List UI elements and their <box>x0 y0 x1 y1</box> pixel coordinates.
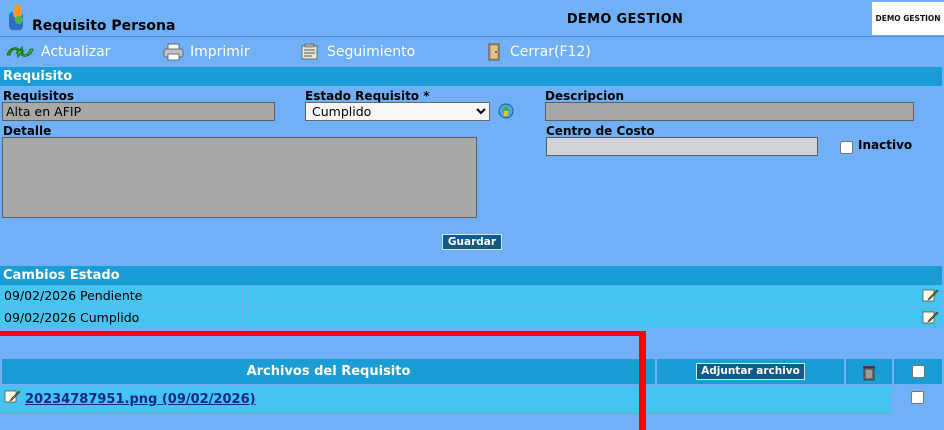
detalle-textarea[interactable] <box>2 137 477 218</box>
close-label: Cerrar(F12) <box>510 44 591 60</box>
trash-icon[interactable] <box>861 363 877 381</box>
file-row: 20234787951.png (09/02/2026) <box>0 386 891 414</box>
column-divider <box>241 285 243 306</box>
select-all-cell <box>894 359 942 384</box>
state-history-icon[interactable] <box>497 102 515 120</box>
update-button[interactable]: Actualizar <box>5 42 110 62</box>
files-header-label: Archivos del Requisito <box>246 364 411 379</box>
requisitos-input[interactable] <box>2 102 275 121</box>
company-name: DEMO GESTION <box>566 12 684 27</box>
toolbar: Actualizar Imprimir Seguimiento Cerrar(F… <box>0 38 944 66</box>
close-button[interactable]: Cerrar(F12) <box>486 42 591 62</box>
select-all-checkbox[interactable] <box>911 365 925 378</box>
save-button[interactable]: Guardar <box>442 234 502 250</box>
refresh-icon <box>6 45 34 59</box>
cambio-text: 09/02/2026 Cumplido <box>4 310 140 325</box>
files-header: Archivos del Requisito <box>2 359 655 384</box>
inactivo-checkbox[interactable] <box>840 141 853 154</box>
inactivo-label: Inactivo <box>858 138 913 152</box>
window-title: Requisito Persona <box>32 18 176 34</box>
descripcion-input[interactable] <box>545 102 914 121</box>
delete-cell <box>846 359 892 384</box>
centro-costo-input[interactable] <box>546 137 818 156</box>
attach-file-button[interactable]: Adjuntar archivo <box>696 363 805 380</box>
descripcion-label: Descripcion <box>545 89 624 103</box>
estado-select[interactable]: Cumplido <box>305 102 490 121</box>
detalle-label: Detalle <box>3 124 52 138</box>
highlight-border-top <box>0 331 646 336</box>
table-row: 09/02/2026 Cumplido <box>0 307 942 328</box>
cambio-text: 09/02/2026 Pendiente <box>4 288 143 303</box>
file-link[interactable]: 20234787951.png (09/02/2026) <box>25 392 256 407</box>
brand-text: DEMO GESTION <box>875 14 941 23</box>
print-button[interactable]: Imprimir <box>163 42 250 62</box>
tracking-icon <box>301 43 318 60</box>
requisitos-label: Requisitos <box>3 89 75 103</box>
printer-icon <box>163 43 184 61</box>
app-logo-icon <box>9 5 23 30</box>
section-cambios-estado: Cambios Estado <box>0 266 942 285</box>
edit-note-icon[interactable] <box>922 287 939 303</box>
section-requisito: Requisito <box>0 67 942 86</box>
brand-logo: DEMO GESTION <box>872 2 944 35</box>
attach-cell: Adjuntar archivo <box>657 359 844 384</box>
print-label: Imprimir <box>190 44 250 60</box>
update-label: Actualizar <box>41 44 111 60</box>
highlight-border-right <box>639 331 646 430</box>
estado-label: Estado Requisito * <box>305 89 430 103</box>
follow-label: Seguimiento <box>327 44 416 60</box>
follow-button[interactable]: Seguimiento <box>300 42 415 62</box>
edit-note-icon[interactable] <box>4 388 21 404</box>
edit-note-icon[interactable] <box>922 309 939 325</box>
column-divider <box>241 307 243 328</box>
centro-costo-label: Centro de Costo <box>546 124 655 138</box>
exit-door-icon <box>488 43 500 61</box>
file-select-checkbox[interactable] <box>911 391 924 404</box>
title-bar: Requisito Persona DEMO GESTION DEMO GEST… <box>0 0 944 37</box>
table-row: 09/02/2026 Pendiente <box>0 285 942 306</box>
